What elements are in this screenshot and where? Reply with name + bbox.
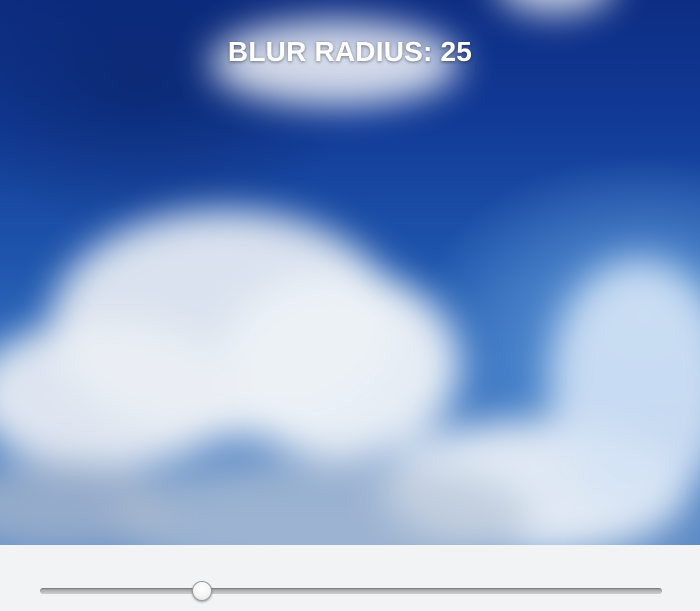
blurred-sky-image: BLUR RADIUS: 25 bbox=[0, 0, 700, 545]
cloud-layer bbox=[0, 0, 700, 545]
slider-thumb-icon[interactable] bbox=[192, 581, 213, 601]
blur-radius-label: BLUR RADIUS: 25 bbox=[0, 35, 700, 69]
blur-demo-screen: BLUR RADIUS: 25 bbox=[0, 0, 700, 611]
cloud bbox=[495, 0, 615, 14]
blur-radius-caption: BLUR RADIUS: bbox=[227, 36, 433, 67]
blur-radius-slider[interactable] bbox=[40, 579, 662, 603]
control-panel bbox=[0, 545, 700, 611]
blur-radius-value: 25 bbox=[440, 36, 473, 67]
slider-track[interactable] bbox=[40, 588, 662, 594]
label-spacer bbox=[433, 36, 441, 67]
cloud bbox=[220, 270, 460, 460]
cloud bbox=[0, 460, 170, 545]
